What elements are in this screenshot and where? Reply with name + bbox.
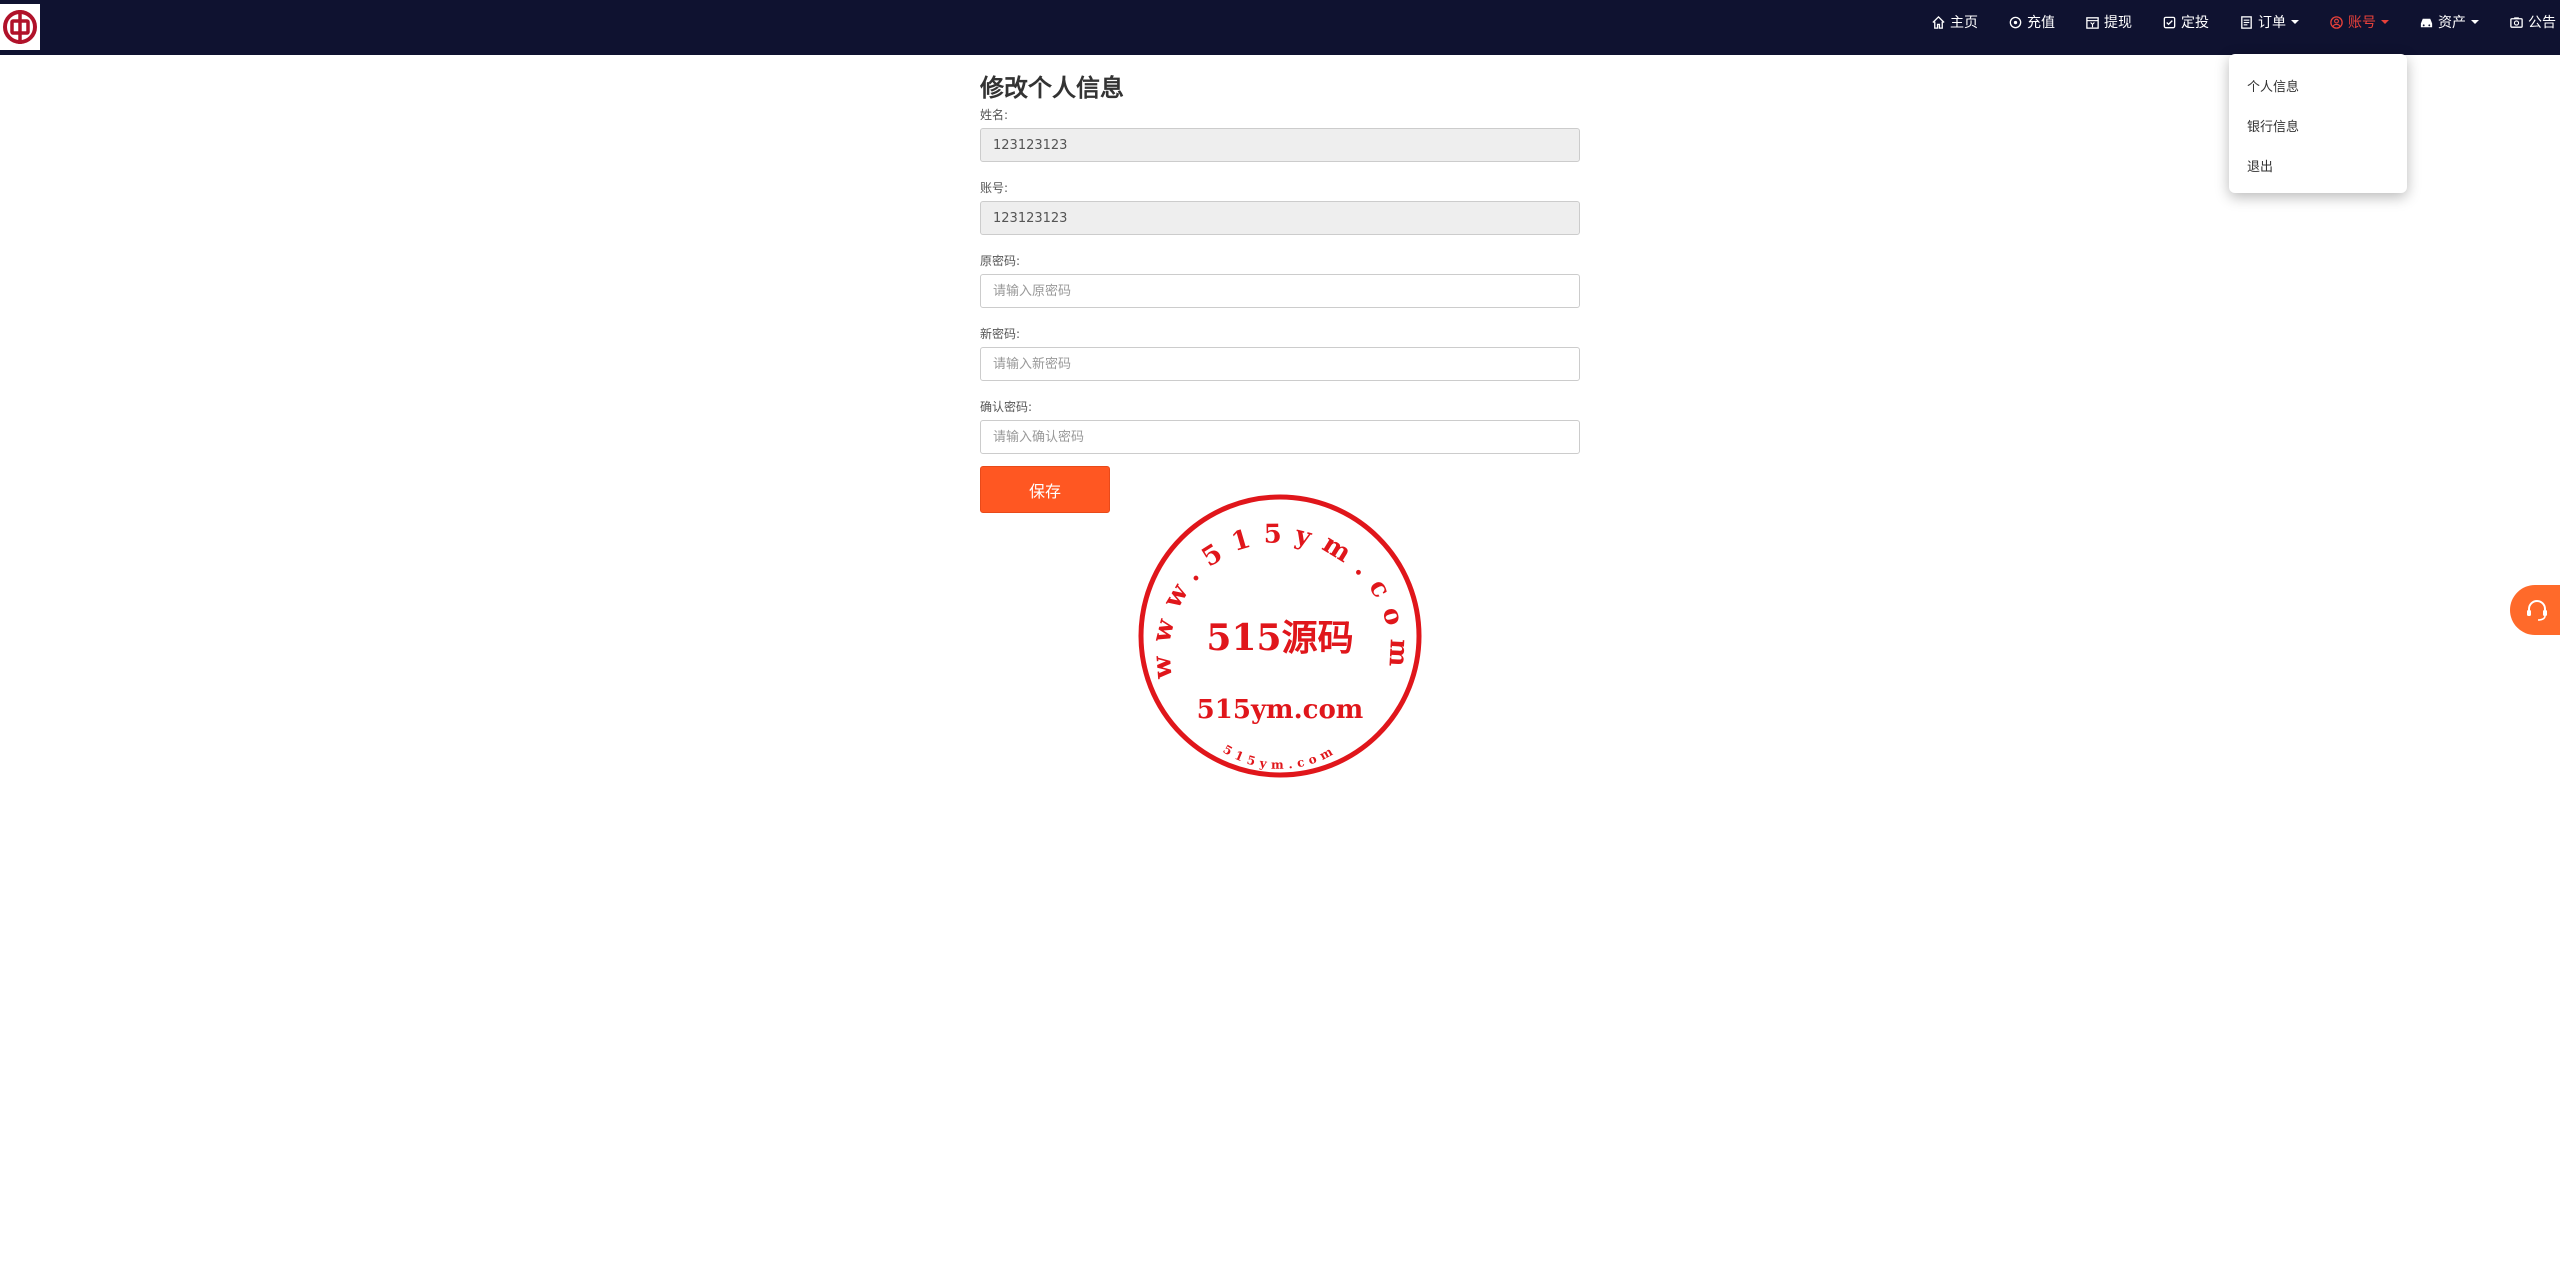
invest-icon bbox=[2162, 15, 2177, 30]
name-field-group: 姓名: bbox=[980, 106, 1580, 162]
nav-label: 充值 bbox=[2027, 15, 2055, 31]
new-password-label: 新密码: bbox=[980, 327, 1021, 341]
nav-order[interactable]: 订单 bbox=[2239, 12, 2299, 32]
headset-icon bbox=[2527, 600, 2547, 621]
save-button[interactable]: 保存 bbox=[980, 466, 1110, 513]
nav-withdraw[interactable]: 提现 bbox=[2085, 12, 2132, 32]
menu-item-bank-info[interactable]: 银行信息 bbox=[2229, 108, 2407, 148]
order-icon bbox=[2239, 15, 2254, 30]
account-label: 账号: bbox=[980, 181, 1009, 195]
confirm-password-field-group: 确认密码: bbox=[980, 398, 1580, 454]
withdraw-icon bbox=[2085, 15, 2100, 30]
old-password-input[interactable] bbox=[980, 274, 1580, 308]
main-nav: 主页 充值 提现 定投 订单 账号 资产 公告 bbox=[1901, 0, 2560, 44]
top-navbar: 主页 充值 提现 定投 订单 账号 资产 公告 bbox=[0, 0, 2560, 55]
confirm-password-input[interactable] bbox=[980, 420, 1580, 454]
account-input[interactable] bbox=[980, 201, 1580, 235]
notice-icon bbox=[2509, 15, 2524, 30]
nav-label: 定投 bbox=[2181, 15, 2209, 31]
old-password-field-group: 原密码: bbox=[980, 252, 1580, 308]
chevron-down-icon bbox=[2471, 20, 2479, 24]
confirm-password-label: 确认密码: bbox=[980, 400, 1033, 414]
name-input[interactable] bbox=[980, 128, 1580, 162]
page-title: 修改个人信息 bbox=[980, 74, 1124, 102]
assets-icon bbox=[2419, 15, 2434, 30]
account-field-group: 账号: bbox=[980, 179, 1580, 235]
nav-label: 公告 bbox=[2528, 15, 2556, 31]
nav-recharge[interactable]: 充值 bbox=[2008, 12, 2055, 32]
menu-item-profile[interactable]: 个人信息 bbox=[2229, 68, 2407, 108]
account-dropdown-menu: 个人信息 银行信息 退出 bbox=[2229, 54, 2407, 193]
bank-logo-icon bbox=[3, 10, 37, 44]
name-label: 姓名: bbox=[980, 108, 1009, 122]
stamp-seal-icon: www.515ym.com 515源码 515ym.com 515ym.com bbox=[1138, 494, 1422, 778]
stamp-domain-text: 515ym.com bbox=[1197, 695, 1364, 725]
nav-account[interactable]: 账号 bbox=[2329, 12, 2389, 32]
chevron-down-icon bbox=[2381, 20, 2389, 24]
customer-service-button[interactable] bbox=[2510, 585, 2560, 635]
nav-notice[interactable]: 公告 bbox=[2509, 12, 2556, 32]
nav-home[interactable]: 主页 bbox=[1931, 12, 1978, 32]
recharge-icon bbox=[2008, 15, 2023, 30]
stamp-center-text: 515源码 bbox=[1206, 617, 1353, 659]
nav-label: 主页 bbox=[1950, 15, 1978, 31]
user-icon bbox=[2329, 15, 2344, 30]
home-icon bbox=[1931, 15, 1946, 30]
nav-label: 订单 bbox=[2258, 15, 2286, 31]
nav-invest[interactable]: 定投 bbox=[2162, 12, 2209, 32]
chevron-down-icon bbox=[2291, 20, 2299, 24]
nav-assets[interactable]: 资产 bbox=[2419, 12, 2479, 32]
watermark-stamp: www.515ym.com 515源码 515ym.com 515ym.com bbox=[1136, 492, 1424, 780]
menu-item-logout[interactable]: 退出 bbox=[2229, 148, 2407, 188]
nav-label: 提现 bbox=[2104, 15, 2132, 31]
bank-logo[interactable] bbox=[0, 4, 40, 50]
nav-label: 资产 bbox=[2438, 15, 2466, 31]
profile-edit-form: 修改个人信息 姓名: 账号: 原密码: 新密码: 确认密码: bbox=[980, 70, 1580, 471]
new-password-field-group: 新密码: bbox=[980, 325, 1580, 381]
old-password-label: 原密码: bbox=[980, 254, 1021, 268]
nav-label: 账号 bbox=[2348, 15, 2376, 31]
new-password-input[interactable] bbox=[980, 347, 1580, 381]
